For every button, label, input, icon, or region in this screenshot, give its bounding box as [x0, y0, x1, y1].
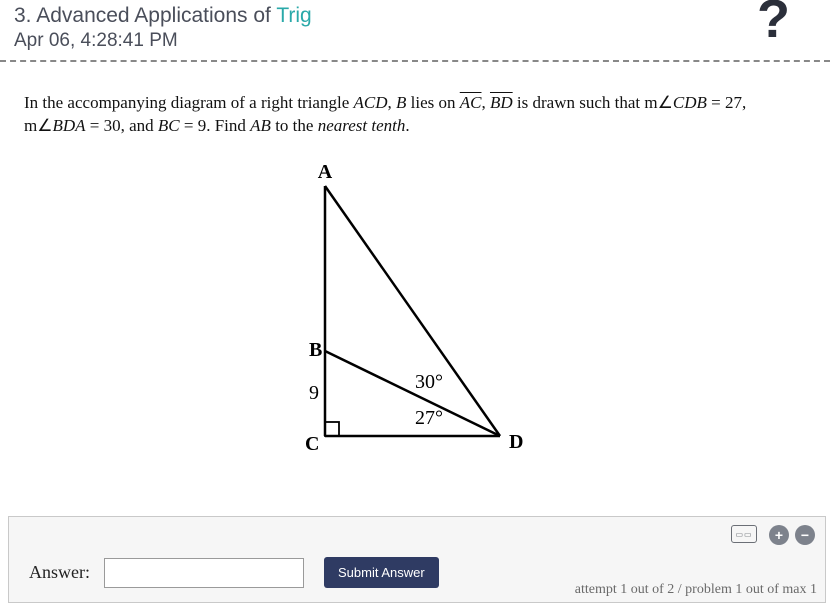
- assignment-title: 3. Advanced Applications of Trig: [14, 4, 816, 28]
- problem-number: 3.: [14, 4, 32, 27]
- zoom-out-button[interactable]: −: [795, 525, 815, 545]
- seg-ab: AB: [250, 116, 271, 135]
- label-A: A: [318, 161, 333, 183]
- help-icon[interactable]: ?: [757, 0, 790, 46]
- diagram-container: A B 9 C D 30° 27°: [24, 156, 806, 471]
- assignment-header: 3. Advanced Applications of Trig Apr 06,…: [0, 0, 830, 52]
- label-B: B: [309, 339, 322, 361]
- angle-bda: BDA: [52, 116, 85, 135]
- keyboard-icon[interactable]: ▭▭: [731, 525, 757, 543]
- pt-b: B: [396, 93, 406, 112]
- problem-area: In the accompanying diagram of a right t…: [0, 62, 830, 481]
- seg-ac: AC: [460, 93, 482, 112]
- t: In the accompanying diagram of a right t…: [24, 93, 354, 112]
- label-D: D: [509, 431, 523, 453]
- attempt-status: attempt 1 out of 2 / problem 1 out of ma…: [575, 582, 817, 598]
- t: .: [405, 116, 409, 135]
- timestamp: Apr 06, 4:28:41 PM: [14, 30, 816, 52]
- title-highlight: Trig: [276, 4, 311, 27]
- t: = 30, and: [86, 116, 158, 135]
- label-nine: 9: [309, 382, 319, 404]
- seg-bc-len: BC: [158, 116, 180, 135]
- t: lies on: [406, 93, 459, 112]
- answer-input[interactable]: [104, 558, 304, 588]
- answer-panel: ▭▭ + − Answer: Submit Answer attempt 1 o…: [8, 516, 826, 603]
- submit-button[interactable]: Submit Answer: [324, 557, 439, 588]
- t: = 9. Find: [180, 116, 251, 135]
- t: ,: [481, 93, 490, 112]
- t: is drawn such that m∠: [513, 93, 673, 112]
- t: to the: [271, 116, 318, 135]
- seg-bd: BD: [490, 93, 513, 112]
- label-C: C: [305, 433, 319, 455]
- problem-prompt: In the accompanying diagram of a right t…: [24, 92, 806, 138]
- label-30: 30°: [415, 371, 443, 393]
- t: ,: [388, 93, 397, 112]
- triangle-name: ACD: [354, 93, 388, 112]
- zoom-in-button[interactable]: +: [769, 525, 789, 545]
- title-text: Advanced Applications of: [36, 4, 276, 27]
- triangle-diagram: A B 9 C D 30° 27°: [265, 156, 565, 466]
- angle-cdb: CDB: [673, 93, 707, 112]
- panel-controls: ▭▭ + −: [19, 525, 815, 545]
- nearest: nearest tenth: [318, 116, 406, 135]
- answer-label: Answer:: [29, 562, 90, 583]
- label-27: 27°: [415, 407, 443, 429]
